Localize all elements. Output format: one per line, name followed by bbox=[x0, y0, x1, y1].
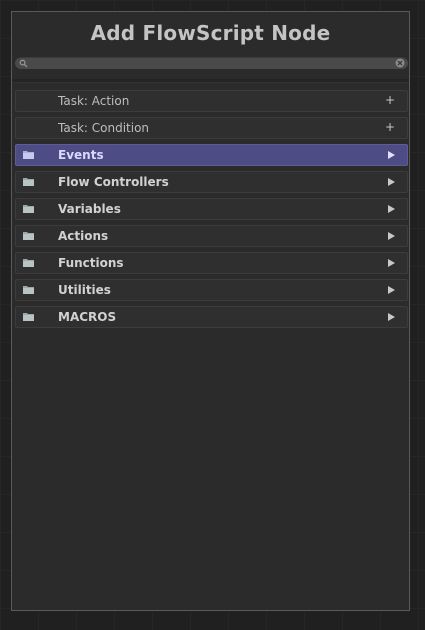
list-item-label: Flow Controllers bbox=[58, 175, 169, 189]
panel-title: Add FlowScript Node bbox=[90, 21, 331, 45]
list-item-utilities[interactable]: Utilities bbox=[15, 279, 408, 301]
list-item-label: Utilities bbox=[58, 283, 111, 297]
search-bar[interactable] bbox=[15, 57, 408, 69]
list-item-label: Task: Condition bbox=[58, 121, 150, 135]
node-list: Task: Action + Task: Condition + Events … bbox=[15, 90, 408, 333]
folder-icon bbox=[23, 313, 34, 321]
clear-icon[interactable] bbox=[395, 58, 405, 68]
chevron-right-icon bbox=[388, 313, 395, 321]
folder-icon bbox=[23, 286, 34, 294]
folder-icon bbox=[23, 178, 34, 186]
list-item-label: Events bbox=[58, 148, 104, 162]
list-item-actions[interactable]: Actions bbox=[15, 225, 408, 247]
folder-icon bbox=[23, 259, 34, 267]
search-input[interactable] bbox=[31, 58, 391, 69]
list-item-variables[interactable]: Variables bbox=[15, 198, 408, 220]
add-node-panel: Add FlowScript Node Task: Action + Task:… bbox=[11, 11, 410, 611]
add-icon: + bbox=[384, 120, 395, 134]
list-item-label: MACROS bbox=[58, 310, 117, 324]
list-item-label: Functions bbox=[58, 256, 124, 270]
chevron-right-icon bbox=[388, 151, 395, 159]
chevron-right-icon bbox=[388, 178, 395, 186]
list-item-task-action[interactable]: Task: Action + bbox=[15, 90, 408, 112]
separator bbox=[12, 79, 409, 83]
list-item-label: Variables bbox=[58, 202, 121, 216]
list-item-events[interactable]: Events bbox=[15, 144, 408, 166]
folder-icon bbox=[23, 232, 34, 240]
list-item-task-condition[interactable]: Task: Condition + bbox=[15, 117, 408, 139]
list-item-flow-controllers[interactable]: Flow Controllers bbox=[15, 171, 408, 193]
chevron-right-icon bbox=[388, 259, 395, 267]
folder-icon bbox=[23, 151, 34, 159]
list-item-functions[interactable]: Functions bbox=[15, 252, 408, 274]
folder-icon bbox=[23, 205, 34, 213]
list-item-label: Task: Action bbox=[58, 94, 130, 108]
search-icon bbox=[19, 59, 28, 68]
chevron-right-icon bbox=[388, 205, 395, 213]
add-icon: + bbox=[384, 93, 395, 107]
list-item-label: Actions bbox=[58, 229, 109, 243]
list-item-macros[interactable]: MACROS bbox=[15, 306, 408, 328]
chevron-right-icon bbox=[388, 232, 395, 240]
chevron-right-icon bbox=[388, 286, 395, 294]
